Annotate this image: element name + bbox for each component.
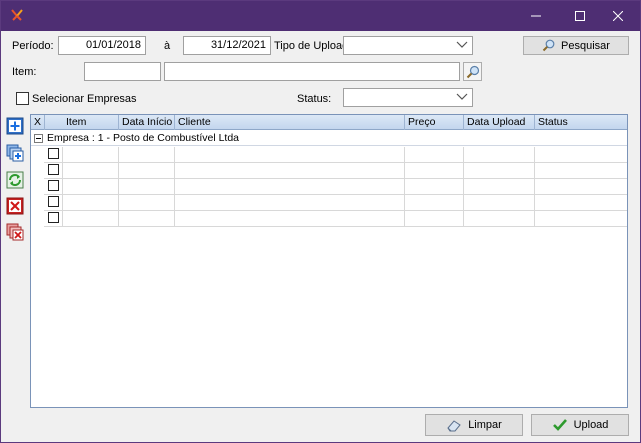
upload-window: Período: 01/01/2018 à 31/12/2021 Tipo de… [0, 0, 641, 443]
row-select-checkbox[interactable] [48, 180, 59, 191]
cell-cliente[interactable] [175, 147, 405, 163]
add-row-icon[interactable] [6, 117, 24, 135]
item-label: Item: [12, 66, 37, 78]
column-header-item[interactable]: Item [63, 115, 119, 130]
cell-item[interactable] [63, 163, 119, 179]
cell-cliente[interactable] [175, 179, 405, 195]
table-row[interactable] [44, 195, 627, 211]
table-row[interactable] [44, 179, 627, 195]
search-icon [542, 39, 555, 52]
cell-status[interactable] [535, 195, 627, 211]
column-header-cliente[interactable]: Cliente [175, 115, 405, 130]
row-select-checkbox[interactable] [48, 196, 59, 207]
column-header-status[interactable]: Status [535, 115, 627, 130]
upload-button[interactable]: Upload [531, 414, 629, 436]
selecionar-empresas-label: Selecionar Empresas [32, 93, 137, 105]
cell-preco[interactable] [405, 163, 464, 179]
cell-item[interactable] [63, 211, 119, 227]
table-row[interactable] [44, 211, 627, 227]
title-bar [1, 1, 640, 31]
cell-data-inicio[interactable] [119, 147, 175, 163]
cell-data-inicio[interactable] [119, 195, 175, 211]
pesquisar-button[interactable]: Pesquisar [523, 36, 629, 55]
add-multiple-icon[interactable] [6, 144, 24, 162]
limpar-button[interactable]: Limpar [425, 414, 523, 436]
status-label: Status: [297, 93, 332, 105]
cell-cliente[interactable] [175, 163, 405, 179]
column-header-preco[interactable]: Preço [405, 115, 464, 130]
minimize-icon [531, 15, 541, 17]
delete-row-icon[interactable] [6, 197, 24, 215]
cell-data-upload[interactable] [464, 195, 535, 211]
row-select-checkbox[interactable] [48, 148, 59, 159]
date-from-input[interactable]: 01/01/2018 [58, 36, 146, 55]
cell-data-upload[interactable] [464, 179, 535, 195]
cell-checkbox[interactable] [44, 147, 63, 163]
column-header-x[interactable]: X [31, 115, 45, 130]
cell-item[interactable] [63, 179, 119, 195]
cell-status[interactable] [535, 211, 627, 227]
group-row-empresa[interactable]: Empresa : 1 - Posto de Combustível Ltda [31, 131, 627, 146]
item-lookup-button[interactable] [463, 62, 482, 81]
status-select[interactable] [343, 88, 473, 107]
search-icon [466, 65, 479, 78]
cell-preco[interactable] [405, 195, 464, 211]
cell-cliente[interactable] [175, 195, 405, 211]
cell-checkbox[interactable] [44, 163, 63, 179]
row-select-checkbox[interactable] [48, 212, 59, 223]
column-header-data-upload[interactable]: Data Upload [464, 115, 535, 130]
limpar-label: Limpar [468, 419, 502, 431]
chevron-down-icon [456, 93, 468, 100]
minimize-button[interactable] [514, 1, 558, 31]
close-button[interactable] [596, 1, 640, 31]
collapse-icon[interactable] [34, 134, 43, 143]
column-header-data-inicio[interactable]: Data Início [119, 115, 175, 130]
maximize-icon [575, 11, 585, 21]
item-description-input[interactable] [164, 62, 460, 81]
table-row[interactable] [44, 163, 627, 179]
date-separator: à [164, 40, 171, 52]
row-select-checkbox[interactable] [48, 164, 59, 175]
cell-checkbox[interactable] [44, 195, 63, 211]
cell-preco[interactable] [405, 211, 464, 227]
refresh-icon[interactable] [6, 171, 24, 189]
items-grid: X Item Data Início Cliente Preço Data Up… [30, 114, 628, 408]
cell-data-upload[interactable] [464, 147, 535, 163]
grid-header: X Item Data Início Cliente Preço Data Up… [31, 115, 627, 130]
cell-data-inicio[interactable] [119, 179, 175, 195]
group-label: Empresa : 1 - Posto de Combustível Ltda [47, 132, 240, 144]
cell-data-upload[interactable] [464, 163, 535, 179]
close-icon [613, 11, 623, 21]
item-code-input[interactable] [84, 62, 161, 81]
selecionar-empresas-checkbox[interactable] [16, 92, 29, 105]
tipo-upload-select[interactable] [343, 36, 473, 55]
tipo-upload-label: Tipo de Upload: [274, 40, 352, 52]
cell-checkbox[interactable] [44, 211, 63, 227]
cell-data-upload[interactable] [464, 211, 535, 227]
cell-data-inicio[interactable] [119, 163, 175, 179]
cell-status[interactable] [535, 179, 627, 195]
cell-status[interactable] [535, 147, 627, 163]
cell-status[interactable] [535, 163, 627, 179]
cell-cliente[interactable] [175, 211, 405, 227]
cell-item[interactable] [63, 195, 119, 211]
cell-item[interactable] [63, 147, 119, 163]
cell-data-inicio[interactable] [119, 211, 175, 227]
upload-label: Upload [573, 419, 609, 431]
table-row[interactable] [44, 147, 627, 163]
chevron-down-icon [456, 41, 468, 48]
date-to-input[interactable]: 31/12/2021 [183, 36, 271, 55]
cell-checkbox[interactable] [44, 179, 63, 195]
checkmark-icon [552, 419, 567, 431]
delete-multiple-icon[interactable] [6, 223, 24, 241]
cell-preco[interactable] [405, 179, 464, 195]
periodo-label: Período: [12, 40, 54, 52]
app-logo-icon [11, 9, 23, 21]
pesquisar-label: Pesquisar [561, 39, 610, 52]
eraser-icon [447, 420, 461, 432]
cell-preco[interactable] [405, 147, 464, 163]
